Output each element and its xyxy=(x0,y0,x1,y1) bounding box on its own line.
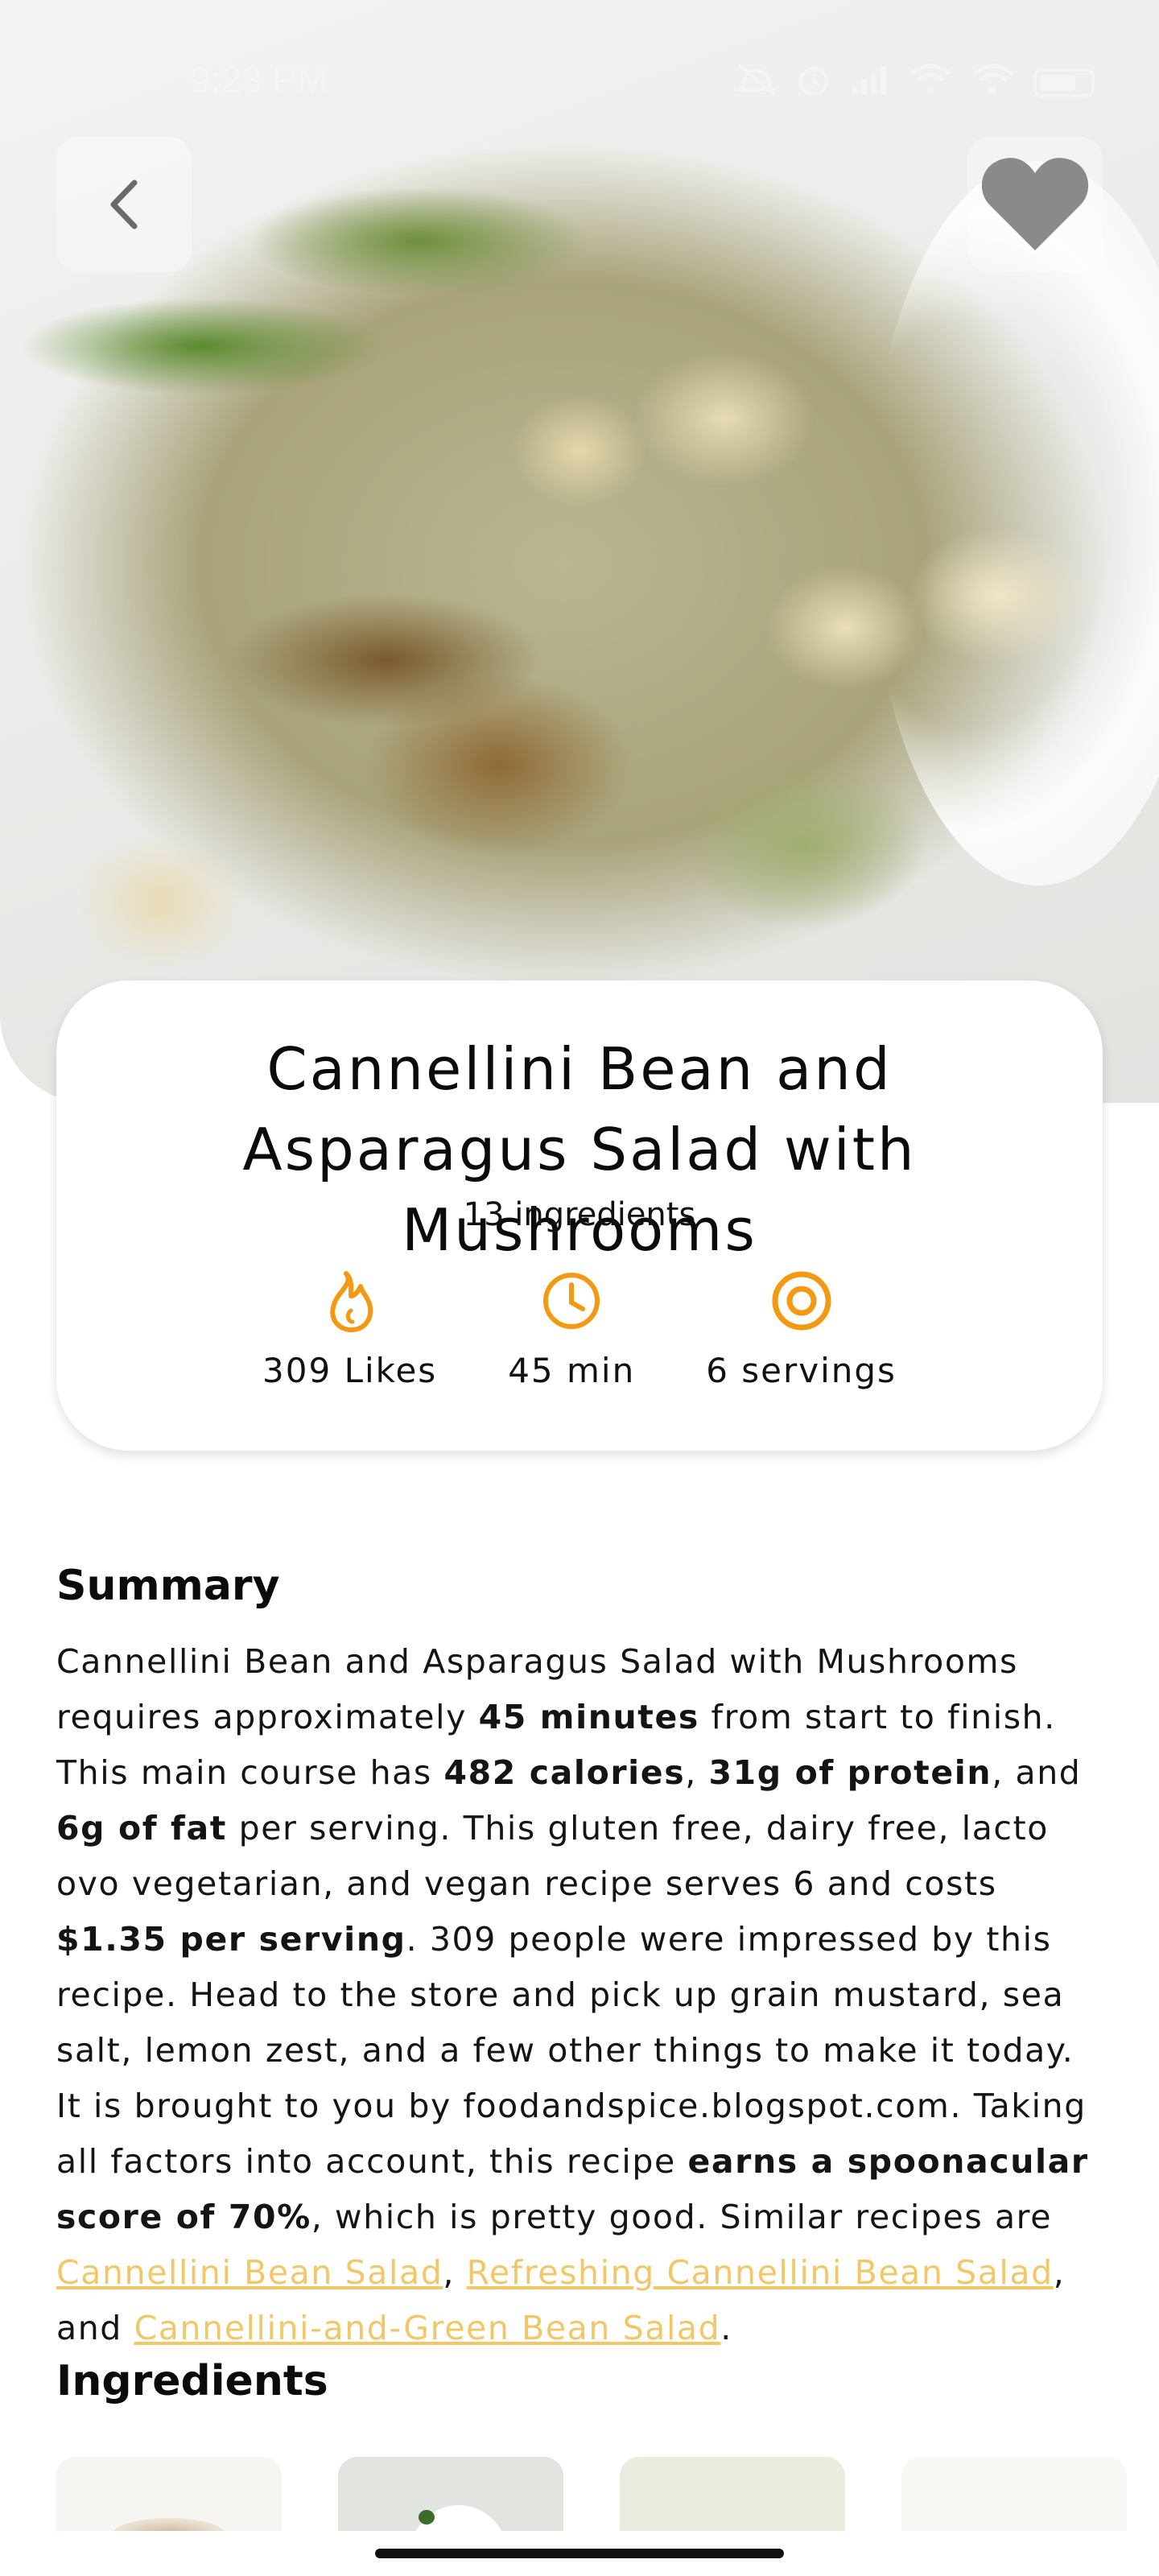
clock-icon xyxy=(543,1273,600,1329)
stat-likes-label: 309 Likes xyxy=(262,1351,438,1390)
wifi-icon-secondary xyxy=(971,63,1016,102)
ingredient-card[interactable] xyxy=(620,2457,845,2531)
battery-icon xyxy=(1033,68,1095,97)
ingredients-heading: Ingredients xyxy=(56,2357,328,2405)
ingredient-card[interactable] xyxy=(338,2457,563,2531)
similar-recipe-link[interactable]: Cannellini-and-Green Bean Salad xyxy=(134,2309,721,2347)
mute-icon xyxy=(736,62,777,103)
back-button[interactable] xyxy=(56,137,192,272)
summary-text-segment: , and xyxy=(992,1753,1082,1792)
summary-text-segment: , which is pretty good. Similar recipes … xyxy=(311,2198,1053,2236)
similar-recipe-link[interactable]: Refreshing Cannellini Bean Salad xyxy=(467,2253,1054,2292)
wifi-icon xyxy=(908,63,953,102)
recipe-stats: 309 Likes 45 min 6 servings xyxy=(56,1269,1103,1390)
flame-icon xyxy=(329,1271,373,1332)
ingredient-image xyxy=(113,2518,225,2531)
similar-recipe-link[interactable]: Cannellini Bean Salad xyxy=(56,2253,443,2292)
target-icon xyxy=(772,1271,831,1331)
summary-calories-highlight: 482 calories xyxy=(443,1753,686,1792)
summary-heading: Summary xyxy=(56,1562,280,1610)
summary-text-segment: . xyxy=(720,2309,732,2347)
stat-time-label: 45 min xyxy=(508,1351,636,1390)
summary-cost-highlight: $1.35 per serving xyxy=(56,1920,406,1959)
ingredients-list xyxy=(56,2457,1159,2531)
ingredients-count: 13 ingredients xyxy=(463,1196,696,1233)
stat-time: 45 min xyxy=(508,1269,635,1390)
ingredient-card[interactable] xyxy=(901,2457,1127,2531)
summary-fat-highlight: 6g of fat xyxy=(56,1809,227,1847)
summary-text-segment: , xyxy=(443,2253,467,2292)
status-time: 9:23 PM xyxy=(190,59,328,101)
chevron-left-icon xyxy=(110,180,138,229)
stat-servings: 6 servings xyxy=(706,1269,897,1390)
ingredient-card[interactable] xyxy=(56,2457,282,2531)
herb-leaf xyxy=(419,2510,435,2524)
stat-likes: 309 Likes xyxy=(262,1269,437,1390)
summary-text: Cannellini Bean and Asparagus Salad with… xyxy=(56,1634,1111,2356)
summary-protein-highlight: 31g of protein xyxy=(708,1753,992,1792)
signal-icon xyxy=(850,64,890,101)
home-indicator xyxy=(375,2549,784,2558)
recipe-info-card: Cannellini Bean and Asparagus Salad with… xyxy=(56,980,1103,1451)
stat-servings-label: 6 servings xyxy=(706,1351,897,1390)
heart-icon xyxy=(981,158,1089,250)
summary-text-segment: , xyxy=(685,1753,709,1792)
alarm-icon xyxy=(795,61,832,104)
summary-time-highlight: 45 minutes xyxy=(478,1698,699,1736)
recipe-title: Cannellini Bean and Asparagus Salad with… xyxy=(242,1035,917,1264)
favorite-button[interactable] xyxy=(967,137,1103,272)
status-icons xyxy=(736,61,1095,104)
